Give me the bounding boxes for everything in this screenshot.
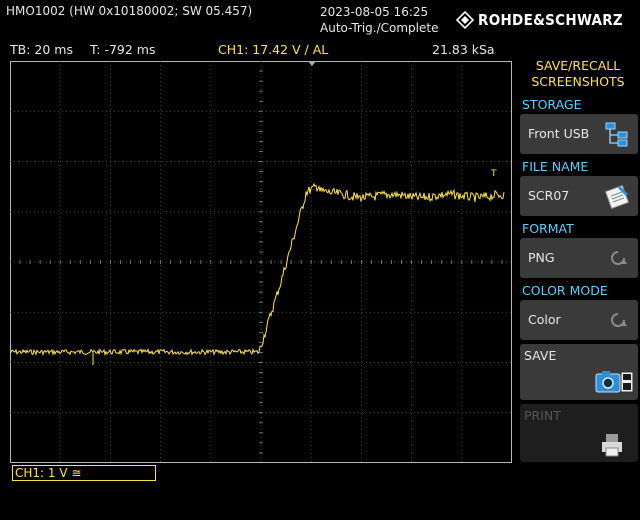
trigger-status: Auto-Trig./Complete (320, 21, 439, 35)
rohde-schwarz-diamond-icon (456, 11, 474, 29)
brand-name: ROHDE&SCHWARZ (478, 11, 624, 29)
ch1-scale-indicator[interactable]: CH1: 1 V ≅ (12, 465, 156, 481)
usb-storage-icon (605, 122, 628, 147)
file-name-value: SCR07 (528, 188, 570, 203)
print-label: PRINT (524, 408, 561, 423)
edit-note-icon (604, 184, 630, 210)
menu-title: SAVE/RECALL SCREENSHOTS (516, 58, 640, 90)
scope-display: T 1 (10, 61, 512, 463)
cycle-arrow-icon (611, 313, 627, 327)
color-mode-label: COLOR MODE (522, 283, 608, 298)
color-mode-value: Color (528, 312, 561, 327)
brand-logo: ROHDE&SCHWARZ (456, 8, 640, 32)
ch1-waveform (10, 182, 505, 365)
storage-label: STORAGE (522, 97, 582, 112)
timebase[interactable]: TB: 20 ms (10, 42, 73, 57)
print-button[interactable]: PRINT (520, 404, 638, 462)
format-label: FORMAT (522, 221, 574, 236)
trigger-info[interactable]: CH1: 17.42 V ∕ AL (218, 42, 328, 57)
sample-rate: 21.83 kSa (432, 42, 495, 57)
trigger-level-marker: T (490, 169, 497, 179)
trigger-time[interactable]: T: -792 ms (90, 42, 155, 57)
datetime: 2023-08-05 16:25 (320, 5, 429, 19)
save-button[interactable]: SAVE (520, 344, 638, 400)
device-info: HMO1002 (HW 0x10180002; SW 05.457) (6, 4, 253, 18)
acquisition-info: 2023-08-05 16:25 Auto-Trig./Complete (320, 4, 438, 36)
storage-button[interactable]: Front USB (520, 114, 638, 154)
file-name-label: FILE NAME (522, 159, 589, 174)
file-name-button[interactable]: SCR07 (520, 176, 638, 216)
trigger-position-marker (308, 61, 316, 66)
color-mode-button[interactable]: Color (520, 300, 638, 340)
menu-title-line2: SCREENSHOTS (531, 74, 625, 89)
ch1-trace-line (10, 182, 505, 357)
save-label: SAVE (524, 348, 557, 363)
storage-value: Front USB (528, 126, 590, 141)
graticule (10, 61, 512, 463)
cycle-arrow-icon (611, 251, 627, 265)
camera-save-icon (595, 371, 634, 393)
menu-title-line1: SAVE/RECALL (535, 58, 621, 73)
printer-icon (602, 434, 622, 457)
format-button[interactable]: PNG (520, 238, 638, 278)
status-bar: TB: 20 ms T: -792 ms CH1: 17.42 V ∕ AL 2… (0, 40, 516, 58)
format-value: PNG (528, 250, 555, 265)
